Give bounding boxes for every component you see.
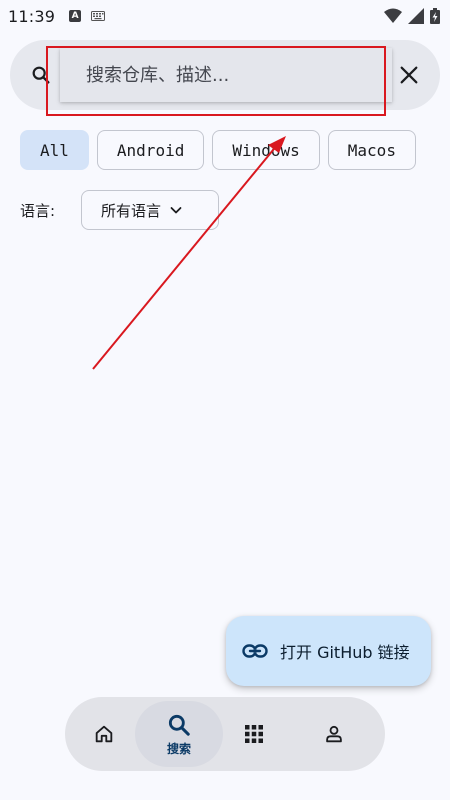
- status-bar: 11:39 A: [0, 0, 450, 32]
- profile-icon: [326, 725, 342, 743]
- chip-macos[interactable]: Macos: [327, 130, 416, 170]
- chevron-down-icon: [170, 207, 182, 214]
- open-github-link-button[interactable]: 打开 GitHub 链接: [226, 616, 431, 686]
- fab-label: 打开 GitHub 链接: [280, 643, 410, 662]
- language-dropdown[interactable]: 所有语言: [81, 190, 219, 230]
- language-dropdown-value: 所有语言: [101, 201, 162, 220]
- status-time: 11:39: [8, 6, 56, 26]
- search-icon: [168, 714, 190, 736]
- nav-apps[interactable]: [235, 697, 273, 771]
- home-icon: [95, 725, 113, 743]
- status-icons-right: [384, 8, 440, 24]
- chip-all[interactable]: All: [20, 130, 89, 170]
- wifi-icon: [384, 8, 402, 23]
- signal-icon: [408, 8, 424, 24]
- close-icon[interactable]: [398, 64, 420, 86]
- language-label: 语言:: [20, 202, 56, 220]
- battery-icon: [430, 8, 440, 24]
- link-icon: [242, 644, 268, 658]
- bottom-navigation: 搜索: [65, 697, 385, 771]
- chip-android[interactable]: Android: [96, 130, 205, 170]
- platform-chip-row: All Android Windows Macos: [20, 130, 430, 170]
- nav-home[interactable]: [85, 697, 123, 771]
- chip-windows[interactable]: Windows: [212, 130, 320, 170]
- nav-search[interactable]: 搜索: [135, 701, 223, 767]
- nav-profile[interactable]: [315, 697, 353, 771]
- apps-grid-icon: [245, 725, 263, 743]
- search-input[interactable]: [60, 48, 392, 102]
- nav-search-label: 搜索: [166, 741, 191, 756]
- status-icons-left: A: [69, 10, 106, 22]
- search-icon: [32, 66, 50, 84]
- keyboard-icon: [91, 11, 106, 21]
- a-icon: A: [69, 10, 82, 22]
- search-bar: [10, 40, 440, 110]
